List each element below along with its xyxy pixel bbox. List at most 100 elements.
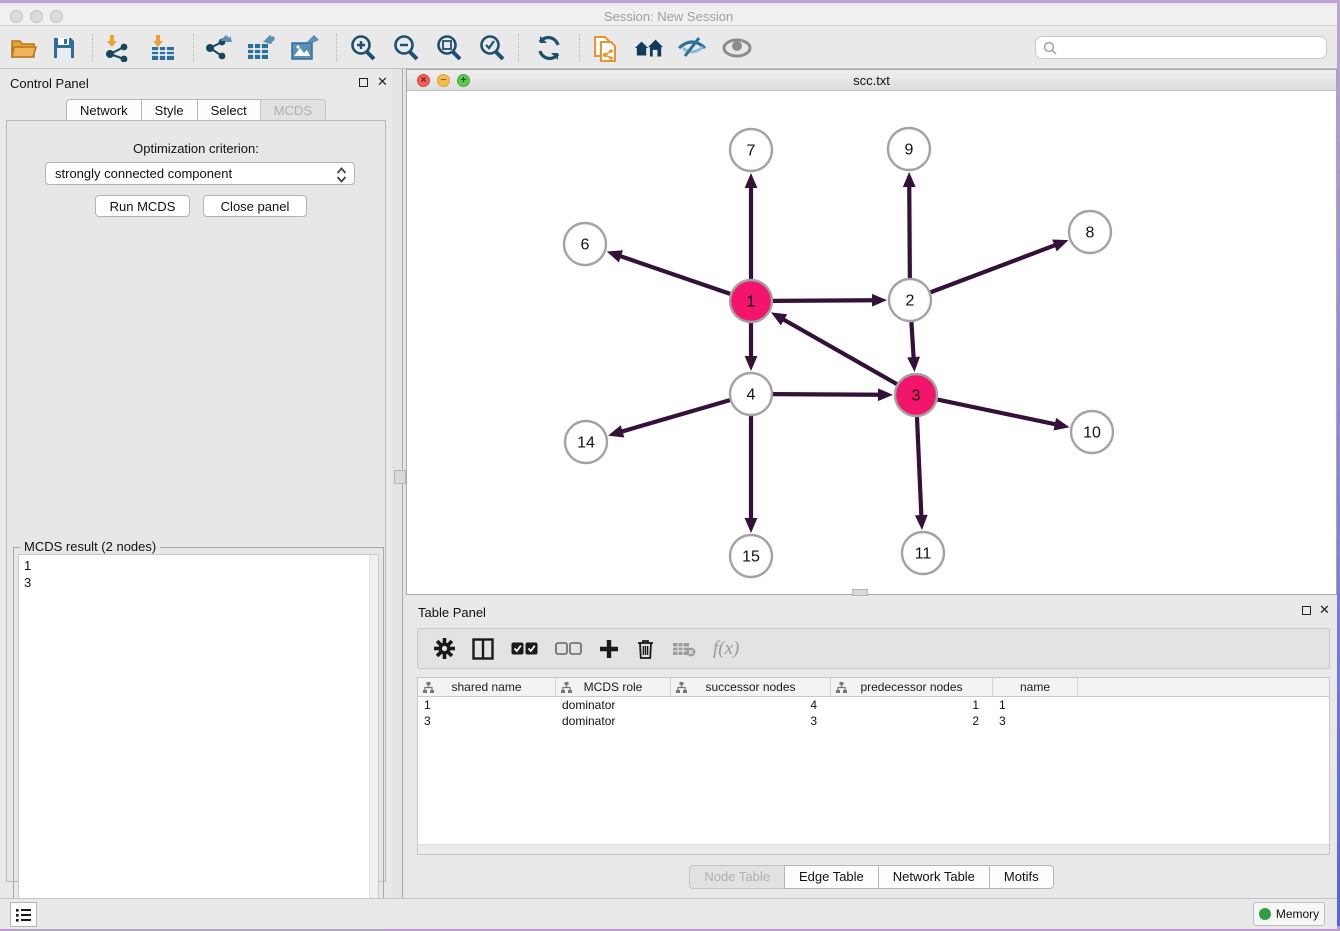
column-label: shared name <box>451 680 521 694</box>
node-label: 11 <box>915 546 932 563</box>
export-network-icon[interactable] <box>203 33 233 63</box>
zoom-fit-icon[interactable] <box>434 33 464 63</box>
zoom-in-icon[interactable] <box>348 33 378 63</box>
tab-motifs[interactable]: Motifs <box>989 865 1054 889</box>
arrowhead-icon <box>1053 418 1069 431</box>
toolbar-separator <box>518 34 519 62</box>
node-table[interactable]: shared name MCDS role successor nodesprede… <box>417 677 1330 855</box>
refresh-icon[interactable] <box>534 33 564 63</box>
save-icon[interactable] <box>49 33 79 63</box>
node-label: 3 <box>912 388 921 405</box>
arrowhead-icon <box>745 356 758 371</box>
hide-selected-icon[interactable] <box>677 33 707 63</box>
columns-icon[interactable] <box>472 638 494 660</box>
edge-4-3[interactable] <box>773 394 880 395</box>
node-label: 6 <box>581 237 590 254</box>
edge-3-11[interactable] <box>917 417 921 517</box>
mcds-result-values: 13 <box>24 557 31 591</box>
horizontal-scrollbar[interactable] <box>418 844 1329 854</box>
open-folder-icon[interactable] <box>9 33 39 63</box>
column-label: MCDS role <box>584 680 643 694</box>
table-row[interactable]: 1dominator411 <box>418 697 1329 713</box>
delete-icon[interactable] <box>636 638 655 659</box>
edge-4-14[interactable] <box>621 400 730 432</box>
edge-2-9[interactable] <box>909 185 910 278</box>
table-panel-title: Table Panel <box>418 605 486 620</box>
show-all-icon[interactable] <box>722 33 752 63</box>
export-image-icon[interactable] <box>290 33 320 63</box>
table-header-row: shared name MCDS role successor nodesprede… <box>418 678 1329 697</box>
network-title: scc.txt <box>407 73 1336 88</box>
arrowhead-icon <box>903 172 916 187</box>
select-all-icon[interactable] <box>511 642 538 655</box>
function-builder-icon[interactable]: f(x) <box>713 638 739 660</box>
table-cell: dominator <box>556 713 671 729</box>
edge-1-6[interactable] <box>619 256 730 294</box>
edge-3-1[interactable] <box>782 319 897 384</box>
gear-icon[interactable] <box>434 638 455 659</box>
table-cell: 3 <box>671 713 831 729</box>
task-history-button[interactable] <box>10 902 37 927</box>
add-icon[interactable] <box>599 639 619 659</box>
tab-node-table[interactable]: Node Table <box>689 865 785 889</box>
deselect-all-icon[interactable] <box>555 642 582 655</box>
selected-option: strongly connected component <box>55 166 232 181</box>
table-row[interactable]: 3dominator323 <box>418 713 1329 729</box>
network-window-titlebar[interactable]: × − + scc.txt <box>407 70 1336 91</box>
tab-network-table[interactable]: Network Table <box>878 865 990 889</box>
splitter-grip[interactable] <box>394 470 406 484</box>
first-neighbors-icon[interactable] <box>634 33 664 63</box>
node-label: 1 <box>747 294 756 311</box>
memory-button[interactable]: Memory <box>1253 902 1325 926</box>
delete-table-icon[interactable] <box>672 641 696 657</box>
title-bar: Session: New Session <box>0 6 1337 26</box>
column-header-successor-nodes[interactable]: successor nodes <box>671 678 831 696</box>
arrowhead-icon <box>915 515 928 530</box>
search-input[interactable] <box>1035 36 1327 59</box>
close-panel-icon[interactable]: ✕ <box>1319 602 1330 618</box>
table-cell: 1 <box>831 697 993 713</box>
select-stepper-icon <box>336 167 347 183</box>
column-header-MCDS-role[interactable]: MCDS role <box>556 678 671 696</box>
float-window-icon[interactable] <box>359 78 368 87</box>
memory-label: Memory <box>1276 907 1319 921</box>
status-bar: Memory <box>0 898 1337 929</box>
import-table-icon[interactable] <box>148 33 178 63</box>
export-table-icon[interactable] <box>246 33 276 63</box>
network-canvas[interactable]: 7968124314101511 <box>407 91 1336 594</box>
scrollbar[interactable] <box>369 555 378 925</box>
edge-2-8[interactable] <box>931 245 1057 293</box>
edge-1-2[interactable] <box>773 300 874 301</box>
import-network-icon[interactable] <box>102 33 132 63</box>
mcds-panel-body: Optimization criterion: strongly connect… <box>6 120 386 882</box>
column-header-shared-name[interactable]: shared name <box>418 678 556 696</box>
network-graph[interactable]: 7968124314101511 <box>407 91 1336 594</box>
edge-3-10[interactable] <box>938 400 1057 425</box>
mcds-result-textarea[interactable]: 13 <box>18 554 379 926</box>
edge-2-3[interactable] <box>911 322 913 359</box>
close-panel-button[interactable]: Close panel <box>203 195 307 217</box>
column-label: name <box>1020 680 1050 694</box>
optimization-criterion-select[interactable]: strongly connected component <box>45 162 355 185</box>
app-window: Session: New Session <box>0 0 1337 926</box>
column-header-name[interactable]: name <box>993 678 1078 696</box>
arrowhead-icon <box>907 357 920 372</box>
float-window-icon[interactable] <box>1302 606 1311 615</box>
new-network-from-selection-icon[interactable] <box>590 33 620 63</box>
optimization-criterion-label: Optimization criterion: <box>7 141 385 156</box>
run-mcds-button[interactable]: Run MCDS <box>95 195 190 217</box>
splitter-grip[interactable] <box>852 589 868 596</box>
zoom-out-icon[interactable] <box>391 33 421 63</box>
control-panel-title: Control Panel <box>10 76 89 91</box>
hierarchy-icon <box>676 682 687 693</box>
control-panel-header: Control Panel ✕ <box>0 69 392 97</box>
node-label: 7 <box>747 143 756 160</box>
column-header-predecessor-nodes[interactable]: predecessor nodes <box>831 678 993 696</box>
tab-edge-table[interactable]: Edge Table <box>784 865 879 889</box>
node-label: 9 <box>905 142 914 159</box>
zoom-selected-icon[interactable] <box>477 33 507 63</box>
toolbar-separator <box>336 34 337 62</box>
control-panel: Control Panel ✕ NetworkStyleSelectMCDS O… <box>0 69 392 898</box>
arrowhead-icon <box>745 173 758 188</box>
close-panel-icon[interactable]: ✕ <box>377 74 388 90</box>
